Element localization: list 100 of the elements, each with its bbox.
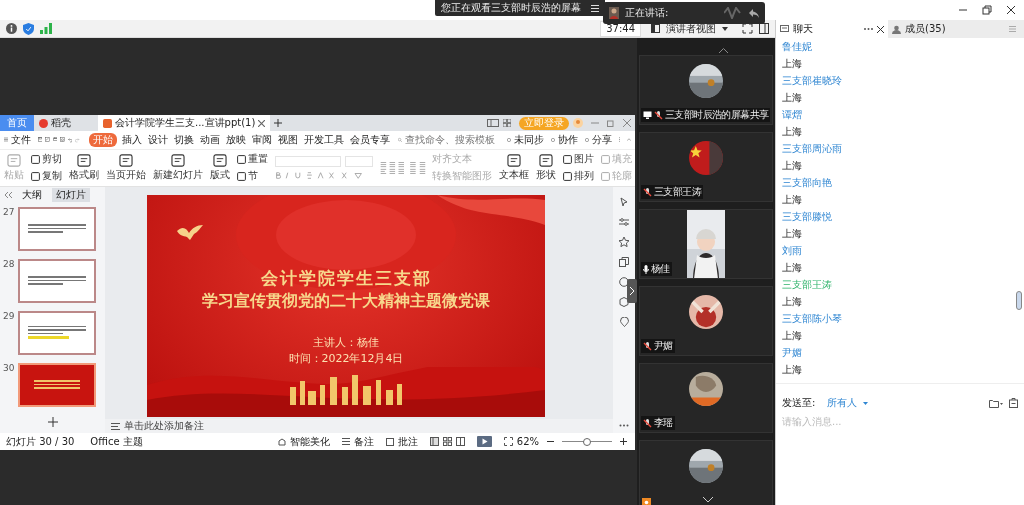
scroll-up-icon[interactable] xyxy=(719,48,728,53)
toolbar-action[interactable]: 分享 xyxy=(591,132,612,147)
ribbon-button[interactable]: 文本框 xyxy=(499,153,529,182)
notes-icon xyxy=(111,422,120,430)
fit-icon[interactable] xyxy=(503,437,513,447)
square-icon xyxy=(31,171,40,181)
ribbon-tab[interactable]: 审阅 xyxy=(250,132,273,147)
grid-icon[interactable] xyxy=(503,119,511,127)
command-search-field[interactable]: 查找命令、搜索模板 xyxy=(404,134,497,146)
message-text: 上海 xyxy=(782,296,802,307)
close-icon[interactable] xyxy=(877,25,884,33)
star-icon[interactable] xyxy=(619,236,629,247)
ribbon-button[interactable]: 形状 xyxy=(536,153,556,182)
collapse-panel-icon[interactable] xyxy=(5,191,12,198)
zoom-level[interactable]: 62% xyxy=(516,436,539,448)
toolbar-action[interactable]: 未同步 xyxy=(513,132,544,147)
restore-icon[interactable] xyxy=(607,119,615,127)
cloud-icon xyxy=(550,135,555,144)
shield-icon[interactable] xyxy=(23,22,34,35)
sender-name: 三支部周沁雨 xyxy=(782,143,842,154)
ribbon-button[interactable]: 重置 xyxy=(237,152,268,167)
file-menu[interactable]: 文件 xyxy=(10,132,31,147)
add-tab-icon[interactable] xyxy=(274,119,283,127)
document-tab[interactable]: 稻壳 xyxy=(51,116,71,130)
cloud-icon xyxy=(506,135,511,144)
document-icon xyxy=(119,153,133,167)
participant-name: 杨佳 xyxy=(651,262,670,276)
ribbon-button[interactable]: 格式刷 xyxy=(69,153,99,182)
zoom-in-icon[interactable] xyxy=(620,438,627,446)
location-icon[interactable] xyxy=(619,316,629,327)
slide-thumbnail[interactable] xyxy=(18,362,96,407)
beautify-icon xyxy=(277,437,286,446)
grid-view-icon[interactable] xyxy=(442,437,452,447)
screenshot-icon[interactable] xyxy=(1009,398,1018,408)
reading-view-icon[interactable] xyxy=(455,437,465,447)
slide-thumbnail[interactable] xyxy=(18,206,96,251)
ribbon-tab[interactable]: 视图 xyxy=(276,132,299,147)
beautify-button[interactable]: 智能美化 xyxy=(289,434,330,449)
notes-button[interactable]: 备注 xyxy=(353,434,374,449)
view-mode-dropdown[interactable]: 演讲者视图 xyxy=(666,21,716,36)
banner-text: 您正在观看三支部时辰浩的屏幕 xyxy=(441,1,581,15)
ribbon-button[interactable]: 节 xyxy=(237,169,268,184)
sender-name: 三支部王涛 xyxy=(782,279,832,290)
back-arrow-icon[interactable] xyxy=(748,7,759,19)
caret-icon[interactable] xyxy=(722,26,728,31)
notes-field[interactable]: 单击此处添加备注 xyxy=(124,419,204,434)
ribbon-button[interactable]: 排列 xyxy=(563,169,594,184)
scrollbar[interactable] xyxy=(1016,291,1022,310)
document-icon xyxy=(213,153,227,167)
preview-icon[interactable] xyxy=(60,135,65,145)
panel-tab[interactable]: 幻灯片 xyxy=(52,187,90,202)
layout-icon[interactable] xyxy=(487,119,499,127)
recipient-dropdown[interactable]: 所有人 xyxy=(827,396,858,410)
play-icon[interactable] xyxy=(476,436,492,448)
export-icon[interactable] xyxy=(45,135,50,145)
save-icon[interactable] xyxy=(37,135,43,145)
ribbon-button[interactable]: 当页开始 xyxy=(106,153,146,182)
scroll-down-icon[interactable] xyxy=(703,497,713,503)
sender-name: 鲁佳妮 xyxy=(782,41,812,52)
restore-icon[interactable] xyxy=(982,5,992,15)
ribbon-tab[interactable]: 动画 xyxy=(198,132,221,147)
copy-icon[interactable] xyxy=(619,256,629,267)
ribbon-button[interactable]: 复制 xyxy=(31,169,62,184)
cube-icon[interactable] xyxy=(619,296,629,307)
normal-view-icon[interactable] xyxy=(429,437,439,447)
folder-icon[interactable] xyxy=(989,398,1003,408)
ribbon-tab[interactable]: 设计 xyxy=(146,132,169,147)
slide-thumbnail[interactable] xyxy=(18,258,96,303)
message-input[interactable]: 请输入消息... xyxy=(782,416,982,427)
ribbon-button[interactable]: 剪切 xyxy=(31,152,62,167)
ribbon-tab[interactable]: 开发工具 xyxy=(302,132,345,147)
ribbon-button[interactable]: 图片 xyxy=(563,152,594,167)
info-icon[interactable] xyxy=(6,23,17,34)
ribbon-tab[interactable]: 切换 xyxy=(172,132,195,147)
ribbon-tab[interactable]: 插入 xyxy=(120,132,143,147)
message-text: 上海 xyxy=(782,58,802,69)
circle-icon[interactable] xyxy=(619,276,629,287)
window-icon[interactable] xyxy=(759,23,769,34)
ribbon-tab[interactable]: 放映 xyxy=(224,132,247,147)
panel-tab[interactable]: 大纲 xyxy=(18,187,46,202)
panel-tab[interactable]: 成员(35) xyxy=(905,22,946,36)
document-icon xyxy=(507,153,521,167)
slide-thumbnail[interactable] xyxy=(18,310,96,355)
more-icon[interactable] xyxy=(619,424,629,428)
ribbon-button[interactable]: 新建幻灯片 xyxy=(153,153,203,182)
panel-tab[interactable]: 聊天 xyxy=(793,22,813,36)
cloud-icon xyxy=(584,135,589,144)
pointer-icon[interactable] xyxy=(619,196,629,207)
close-icon[interactable] xyxy=(1006,5,1016,15)
ribbon-tab[interactable]: 会员专享 xyxy=(348,132,391,147)
square-icon xyxy=(31,154,40,164)
chevron-right-icon[interactable] xyxy=(627,278,637,303)
fullscreen-icon[interactable] xyxy=(742,23,753,34)
toolbar-action[interactable]: 协作 xyxy=(557,132,578,147)
ribbon-button[interactable]: 版式 xyxy=(210,153,230,182)
comments-button[interactable]: 批注 xyxy=(397,434,418,449)
add-slide-icon[interactable] xyxy=(47,417,58,428)
screen-share-icon xyxy=(643,111,652,119)
sliders-icon[interactable] xyxy=(619,216,629,227)
waveform-icon xyxy=(724,7,742,19)
